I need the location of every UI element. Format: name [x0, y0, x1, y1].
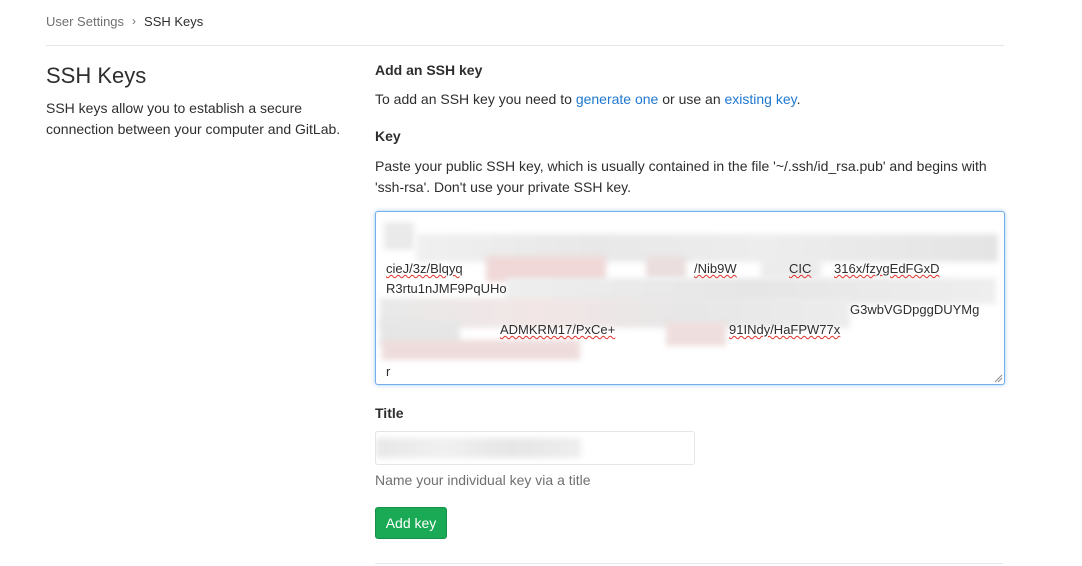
key-fragment-line5: ADMKRM17/PxCe+	[500, 322, 615, 337]
key-fragment: cieJ/3z/Blqyq	[386, 261, 463, 276]
redaction-block	[376, 438, 581, 458]
redaction-block	[646, 256, 686, 278]
intro-middle: or use an	[658, 91, 725, 107]
key-fragment: /Nib9W	[694, 261, 737, 276]
key-fragment-line2c: CIC	[789, 261, 811, 276]
redaction-block	[382, 340, 580, 360]
breadcrumb-current: SSH Keys	[144, 14, 204, 29]
ssh-keys-page: User Settings › SSH Keys SSH Keys SSH ke…	[0, 0, 1082, 566]
key-fragment: 91INdy/HaFPW77x	[729, 322, 841, 337]
key-fragment-line6: r	[386, 364, 390, 379]
key-fragment: r	[386, 364, 391, 379]
key-fragment-line5b: 91INdy/HaFPW77x	[729, 322, 840, 337]
key-fragment: ADMKRM17/PxCe+	[500, 322, 616, 337]
key-fragment-line2: cieJ/3z/Blqyq	[386, 261, 463, 276]
key-fragment: 316x/fzygEdFGxD	[834, 261, 940, 276]
title-label: Title	[375, 405, 404, 421]
key-fragment-line3: R3rtu1nJMF9PqUHo	[386, 281, 507, 296]
breadcrumb: User Settings › SSH Keys	[46, 13, 204, 30]
generate-one-link[interactable]: generate one	[576, 91, 659, 107]
key-label: Key	[375, 128, 401, 144]
intro-prefix: To add an SSH key you need to	[375, 91, 576, 107]
bottom-divider	[375, 563, 1003, 564]
breadcrumb-user-settings[interactable]: User Settings	[46, 14, 124, 29]
top-divider	[46, 45, 1004, 46]
resize-handle-icon[interactable]	[994, 374, 1003, 383]
key-fragment-line4: G3wbVGDpggDUYMg	[850, 302, 979, 317]
page-title: SSH Keys	[46, 63, 147, 88]
page-description: SSH keys allow you to establish a secure…	[46, 100, 341, 137]
title-help-text: Name your individual key via a title	[375, 472, 591, 488]
chevron-right-icon: ›	[132, 13, 137, 28]
key-fragment-line2d: 316x/fzygEdFGxD	[834, 261, 940, 276]
key-help-text: Paste your public SSH key, which is usua…	[375, 158, 987, 195]
intro-suffix: .	[796, 91, 801, 107]
key-fragment-line2b: /Nib9W	[694, 261, 737, 276]
redaction-block	[666, 322, 726, 346]
key-fragment: G3wbVGDpggDUYMg	[850, 302, 980, 317]
add-ssh-key-heading: Add an SSH key	[375, 62, 483, 78]
add-key-button[interactable]: Add key	[375, 507, 447, 539]
title-input[interactable]	[375, 431, 695, 465]
key-textarea[interactable]: cieJ/3z/Blqyq /Nib9W CIC 316x/fzygEdFGxD…	[375, 211, 1005, 385]
key-fragment: CIC	[789, 261, 812, 276]
key-fragment: R3rtu1nJMF9PqUHo	[386, 281, 507, 296]
existing-key-link[interactable]: existing key	[725, 91, 797, 107]
add-ssh-key-intro: To add an SSH key you need to generate o…	[375, 91, 801, 107]
redaction-block	[384, 222, 414, 250]
